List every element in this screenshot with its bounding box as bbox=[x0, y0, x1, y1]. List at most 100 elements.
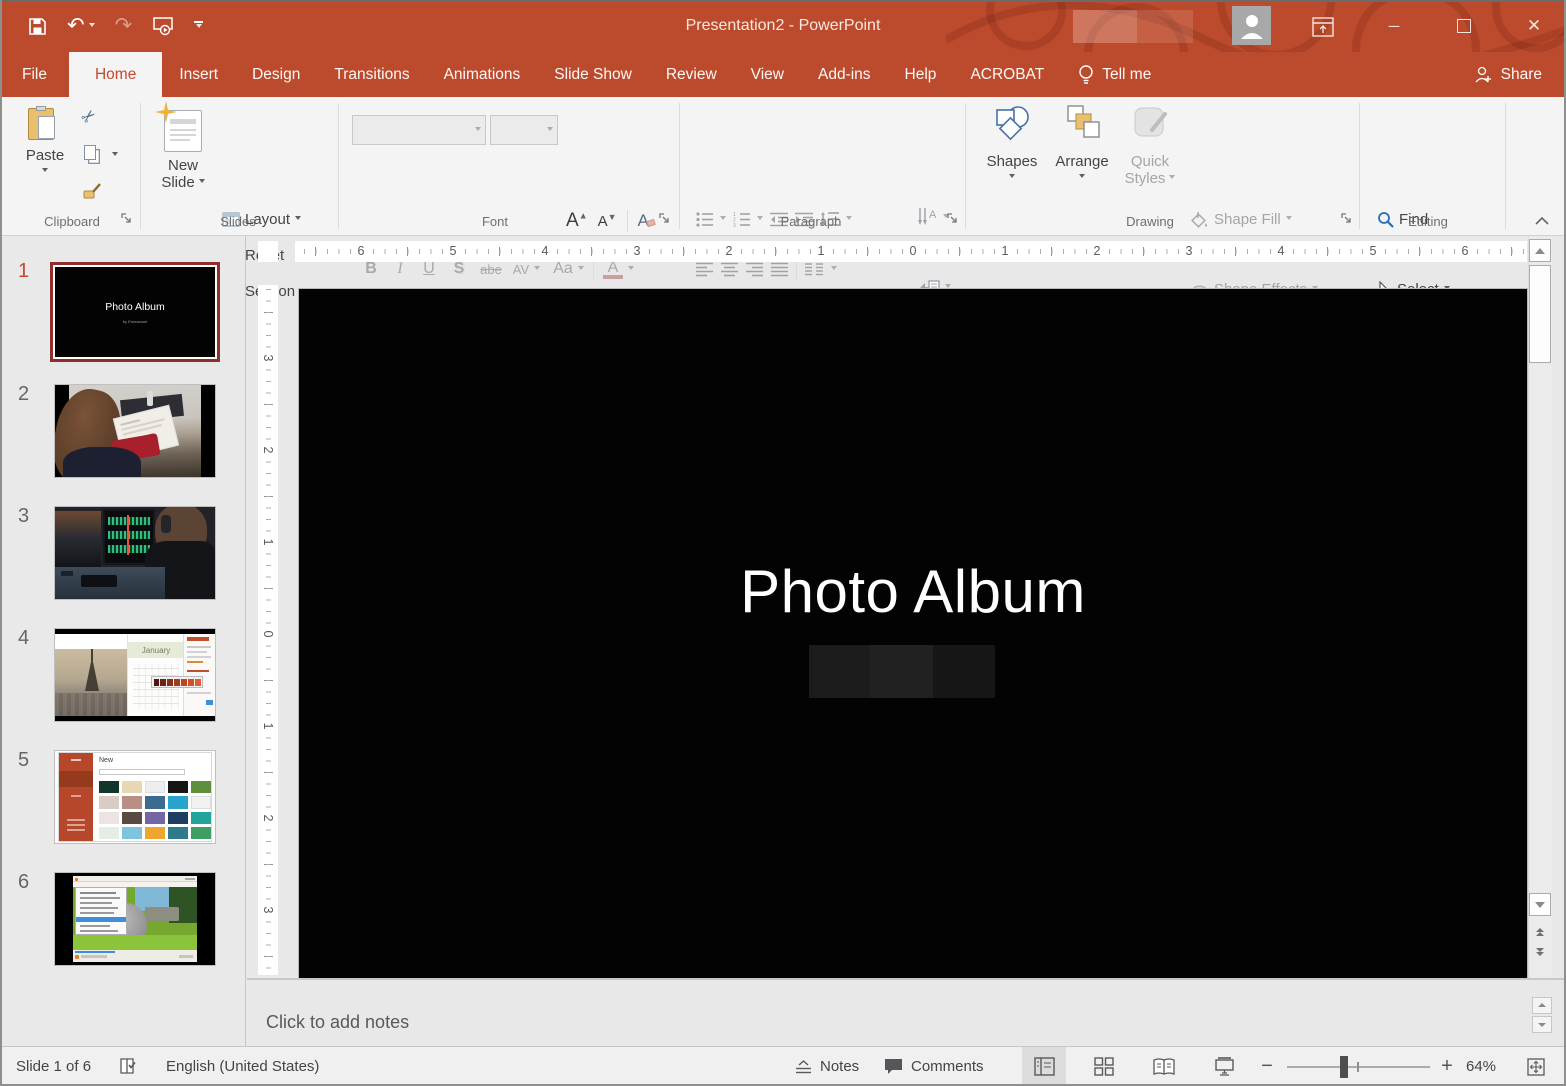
notes-scroll-down-button[interactable] bbox=[1532, 1016, 1552, 1033]
align-left-icon[interactable] bbox=[696, 262, 713, 277]
text-shadow-button[interactable]: S bbox=[444, 260, 474, 278]
redacted-account-name-2 bbox=[1137, 10, 1193, 43]
close-button[interactable]: ✕ bbox=[1512, 0, 1556, 52]
share-button[interactable]: Share bbox=[1456, 52, 1566, 97]
slide-thumbnail-3[interactable] bbox=[55, 507, 215, 599]
reading-view-button[interactable] bbox=[1142, 1047, 1186, 1086]
font-size-combobox[interactable] bbox=[490, 115, 558, 145]
scroll-down-button[interactable] bbox=[1529, 893, 1551, 916]
notes-scroll-up-button[interactable] bbox=[1532, 997, 1552, 1014]
paragraph-dialog-launcher-icon[interactable] bbox=[946, 212, 960, 226]
slide-canvas[interactable]: Photo Album bbox=[299, 289, 1527, 979]
shapes-button[interactable]: Shapes bbox=[982, 104, 1042, 200]
slide-thumbnail-5[interactable]: New bbox=[55, 751, 215, 843]
tell-me-box[interactable]: Tell me bbox=[1061, 52, 1168, 97]
paste-button[interactable]: Paste bbox=[18, 104, 72, 200]
ribbon-display-options-button[interactable] bbox=[1308, 14, 1338, 40]
copy-icon[interactable] bbox=[84, 145, 96, 160]
zoom-in-button[interactable]: + bbox=[1432, 1047, 1462, 1086]
cut-icon[interactable]: ✂ bbox=[77, 105, 101, 129]
numbering-icon[interactable]: 123 bbox=[733, 212, 750, 227]
tab-home[interactable]: Home bbox=[69, 52, 162, 97]
tab-acrobat[interactable]: ACROBAT bbox=[953, 52, 1061, 97]
zoom-out-button[interactable]: − bbox=[1252, 1047, 1282, 1086]
slide-indicator[interactable]: Slide 1 of 6 bbox=[16, 1058, 91, 1075]
columns-icon[interactable] bbox=[805, 262, 823, 277]
tab-slide-show[interactable]: Slide Show bbox=[537, 52, 649, 97]
shrink-font-button[interactable]: A▼ bbox=[598, 212, 617, 230]
tab-insert[interactable]: Insert bbox=[162, 52, 235, 97]
zoom-slider-handle[interactable] bbox=[1340, 1056, 1348, 1078]
align-right-icon[interactable] bbox=[746, 262, 763, 277]
quick-styles-button[interactable]: Quick Styles bbox=[1120, 104, 1180, 200]
grow-font-button[interactable]: A▲ bbox=[566, 210, 588, 232]
comments-toggle-button[interactable]: Comments bbox=[884, 1047, 984, 1086]
undo-icon: ↶ bbox=[67, 17, 85, 35]
tab-review[interactable]: Review bbox=[649, 52, 734, 97]
customize-quick-access-toolbar-button[interactable] bbox=[194, 21, 203, 31]
fit-slide-to-window-button[interactable] bbox=[1516, 1047, 1556, 1086]
next-slide-button[interactable] bbox=[1529, 942, 1551, 964]
justify-icon[interactable] bbox=[771, 262, 788, 277]
undo-button[interactable]: ↶ bbox=[67, 17, 95, 35]
start-from-beginning-icon[interactable] bbox=[152, 16, 174, 36]
tab-help[interactable]: Help bbox=[888, 52, 954, 97]
horizontal-ruler[interactable]: 6 5 4 3 2 1 0 1 2 3 4 5 6 bbox=[295, 241, 1527, 262]
collapse-ribbon-icon[interactable] bbox=[1533, 214, 1551, 228]
tab-file[interactable]: File bbox=[0, 52, 69, 97]
clipboard-dialog-launcher-icon[interactable] bbox=[120, 212, 134, 226]
italic-button[interactable]: I bbox=[386, 260, 414, 278]
bullets-icon[interactable] bbox=[696, 212, 713, 227]
paste-label: Paste bbox=[26, 147, 64, 164]
slide-title[interactable]: Photo Album bbox=[299, 557, 1527, 626]
bold-button[interactable]: B bbox=[356, 260, 386, 278]
align-center-icon[interactable] bbox=[721, 262, 738, 277]
tab-add-ins[interactable]: Add-ins bbox=[801, 52, 888, 97]
scroll-up-button[interactable] bbox=[1529, 239, 1551, 262]
copy-caret[interactable] bbox=[112, 152, 118, 159]
new-slide-button[interactable]: New Slide bbox=[152, 104, 214, 200]
slide-thumbnail-4[interactable]: January bbox=[55, 629, 215, 721]
spell-check-icon[interactable] bbox=[118, 1056, 139, 1077]
font-dialog-launcher-icon[interactable] bbox=[658, 212, 672, 226]
quick-styles-label-2: Styles bbox=[1125, 170, 1176, 187]
format-painter-icon[interactable] bbox=[82, 181, 102, 201]
font-color-button[interactable]: A bbox=[603, 260, 623, 279]
shape-fill-button[interactable]: Shape Fill bbox=[1190, 207, 1292, 231]
language-indicator[interactable]: English (United States) bbox=[166, 1058, 319, 1075]
quick-access-toolbar: ↶ ↷ bbox=[28, 0, 203, 52]
undo-dropdown-caret[interactable] bbox=[89, 23, 95, 30]
tab-animations[interactable]: Animations bbox=[427, 52, 538, 97]
slide-thumbnail-1[interactable]: Photo Album by Emmanuel bbox=[50, 262, 220, 362]
minimize-button[interactable]: ─ bbox=[1372, 0, 1416, 52]
redo-icon[interactable]: ↷ bbox=[115, 17, 133, 35]
drawing-dialog-launcher-icon[interactable] bbox=[1340, 212, 1354, 226]
vertical-scrollbar-thumb[interactable] bbox=[1529, 265, 1551, 363]
text-direction-button[interactable]: A bbox=[916, 205, 949, 229]
avatar[interactable] bbox=[1232, 6, 1271, 45]
slide-sorter-view-button[interactable] bbox=[1082, 1047, 1126, 1086]
zoom-level[interactable]: 64% bbox=[1466, 1058, 1496, 1075]
slide-thumbnail-6[interactable] bbox=[55, 873, 215, 965]
strikethrough-button[interactable]: abe bbox=[474, 262, 508, 277]
slide-thumbnail-2[interactable] bbox=[55, 385, 215, 477]
underline-button[interactable]: U bbox=[414, 260, 444, 278]
maximize-button[interactable] bbox=[1442, 0, 1486, 52]
normal-view-button[interactable] bbox=[1022, 1047, 1066, 1086]
change-case-button[interactable]: Aa bbox=[548, 260, 578, 278]
font-name-combobox[interactable] bbox=[352, 115, 486, 145]
tab-design[interactable]: Design bbox=[235, 52, 317, 97]
save-icon[interactable] bbox=[28, 17, 47, 36]
clear-formatting-button[interactable]: A bbox=[638, 211, 655, 231]
vertical-ruler[interactable]: 3 2 1 0 1 2 3 bbox=[258, 285, 278, 975]
notes-placeholder[interactable]: Click to add notes bbox=[266, 1012, 409, 1033]
previous-slide-button[interactable] bbox=[1529, 920, 1551, 942]
notes-pane[interactable]: Click to add notes bbox=[247, 980, 1566, 1046]
zoom-slider-track[interactable] bbox=[1287, 1066, 1430, 1068]
character-spacing-button[interactable]: AV bbox=[508, 262, 534, 277]
tab-transitions[interactable]: Transitions bbox=[317, 52, 426, 97]
slide-show-view-button[interactable] bbox=[1202, 1047, 1246, 1086]
notes-toggle-button[interactable]: Notes bbox=[795, 1047, 859, 1086]
tab-view[interactable]: View bbox=[734, 52, 801, 97]
arrange-button[interactable]: Arrange bbox=[1050, 104, 1114, 200]
